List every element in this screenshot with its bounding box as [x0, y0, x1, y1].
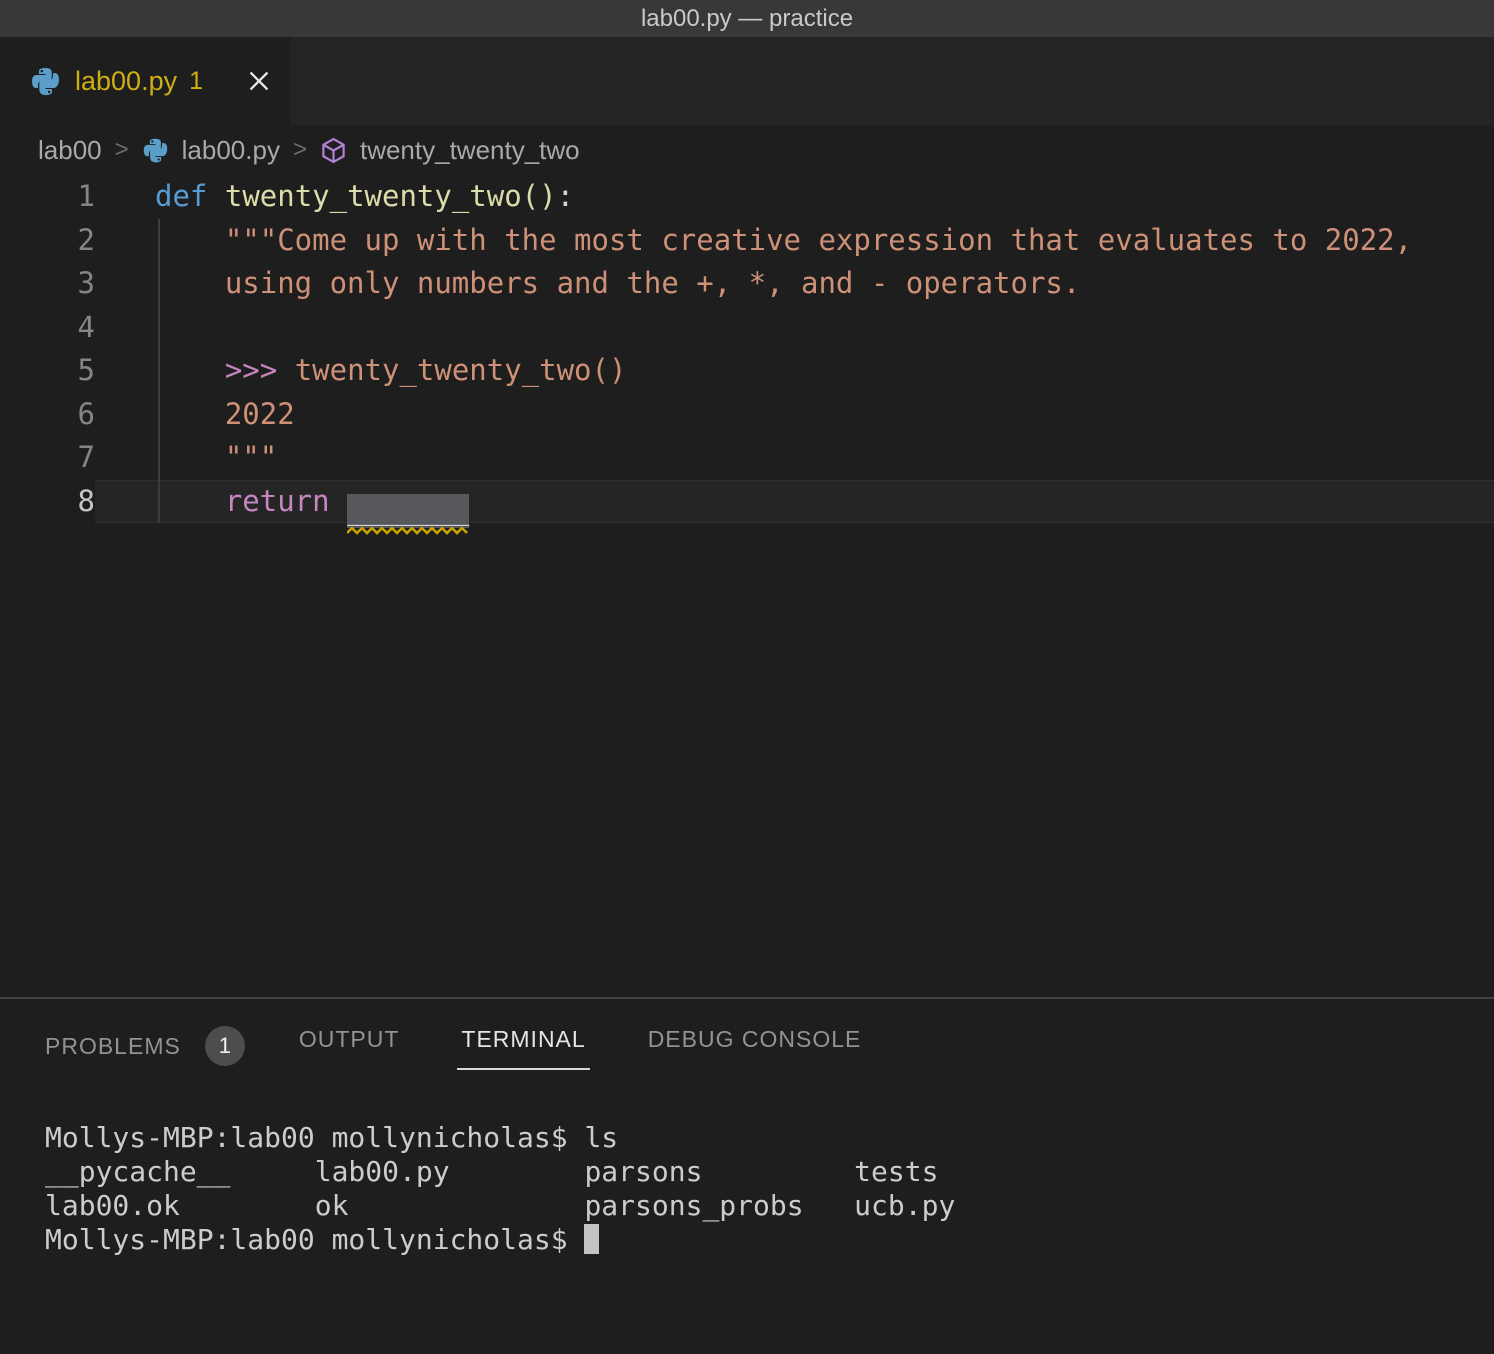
line-number: 6 [0, 393, 95, 437]
tab-strip: lab00.py 1 [0, 37, 1494, 125]
tab-debug-console[interactable]: DEBUG CONSOLE [648, 1026, 862, 1053]
bottom-panel: PROBLEMS 1 OUTPUT TERMINAL DEBUG CONSOLE… [0, 997, 1494, 1352]
keyword-token: def [155, 179, 207, 213]
code-line[interactable]: 5 >>> twenty_twenty_two() [0, 349, 1494, 393]
line-number: 8 [0, 480, 95, 524]
doctest-prompt-token: >>> [225, 353, 277, 387]
docstring-token: """Come up with the most creative expres… [155, 223, 1412, 257]
code-line[interactable]: 4 [0, 306, 1494, 350]
tab-output[interactable]: OUTPUT [299, 1026, 400, 1053]
breadcrumb: lab00 > lab00.py > twenty_twenty_two [0, 125, 1494, 175]
selected-placeholder[interactable]: _______ [347, 494, 469, 528]
code-editor[interactable]: 1 def twenty_twenty_two(): 2 """Come up … [0, 175, 1494, 997]
code-line[interactable]: 7 """ [0, 436, 1494, 480]
code-line[interactable]: 1 def twenty_twenty_two(): [0, 175, 1494, 219]
problems-count-badge: 1 [205, 1026, 245, 1066]
chevron-right-icon: > [115, 136, 129, 164]
code-line[interactable]: 6 2022 [0, 393, 1494, 437]
terminal[interactable]: Mollys-MBP:lab00 mollynicholas$ ls __pyc… [0, 1121, 1494, 1257]
cube-symbol-icon [320, 137, 347, 164]
line-number: 4 [0, 306, 95, 350]
docstring-token: using only numbers and the +, *, and - o… [155, 266, 1080, 300]
line-number: 5 [0, 349, 95, 393]
breadcrumb-item-symbol[interactable]: twenty_twenty_two [360, 135, 580, 166]
tab-problems[interactable]: PROBLEMS 1 [45, 1026, 245, 1066]
warning-squiggle-icon [347, 527, 469, 535]
docstring-token: """ [155, 440, 277, 474]
python-icon [30, 66, 61, 97]
titlebar: lab00.py — practice [0, 0, 1494, 37]
line-number: 1 [0, 175, 95, 219]
python-icon [142, 137, 169, 164]
terminal-line: Mollys-MBP:lab00 mollynicholas$ ls [45, 1121, 1494, 1155]
chevron-right-icon: > [293, 136, 307, 164]
indent-guide [158, 219, 160, 523]
tab-terminal[interactable]: TERMINAL [457, 1026, 589, 1070]
line-number: 3 [0, 262, 95, 306]
line-number: 2 [0, 219, 95, 263]
terminal-line: __pycache__ lab00.py parsons tests [45, 1155, 1494, 1189]
vscode-window: lab00.py — practice lab00.py 1 lab00 > [0, 0, 1494, 1354]
code-line-current[interactable]: 8 return _______ [0, 480, 1494, 524]
panel-tab-bar: PROBLEMS 1 OUTPUT TERMINAL DEBUG CONSOLE [0, 999, 1494, 1093]
docstring-token: 2022 [155, 397, 295, 431]
window-title: lab00.py — practice [641, 5, 853, 33]
tab-lab00py[interactable]: lab00.py 1 [0, 37, 290, 125]
code-line[interactable]: 3 using only numbers and the +, *, and -… [0, 262, 1494, 306]
code-line[interactable]: 2 """Come up with the most creative expr… [0, 219, 1494, 263]
keyword-token: return [225, 484, 330, 518]
tab-problems-count: 1 [189, 67, 203, 96]
breadcrumb-item-file[interactable]: lab00.py [182, 135, 280, 166]
function-name-token: twenty_twenty_two() [225, 179, 557, 213]
breadcrumb-item-folder[interactable]: lab00 [38, 135, 102, 166]
close-icon[interactable] [246, 68, 272, 94]
terminal-line: lab00.ok ok parsons_probs ucb.py [45, 1189, 1494, 1223]
line-number: 7 [0, 436, 95, 480]
terminal-cursor [584, 1224, 599, 1254]
tab-filename: lab00.py [75, 66, 177, 97]
terminal-prompt-line: Mollys-MBP:lab00 mollynicholas$ [45, 1223, 1494, 1257]
